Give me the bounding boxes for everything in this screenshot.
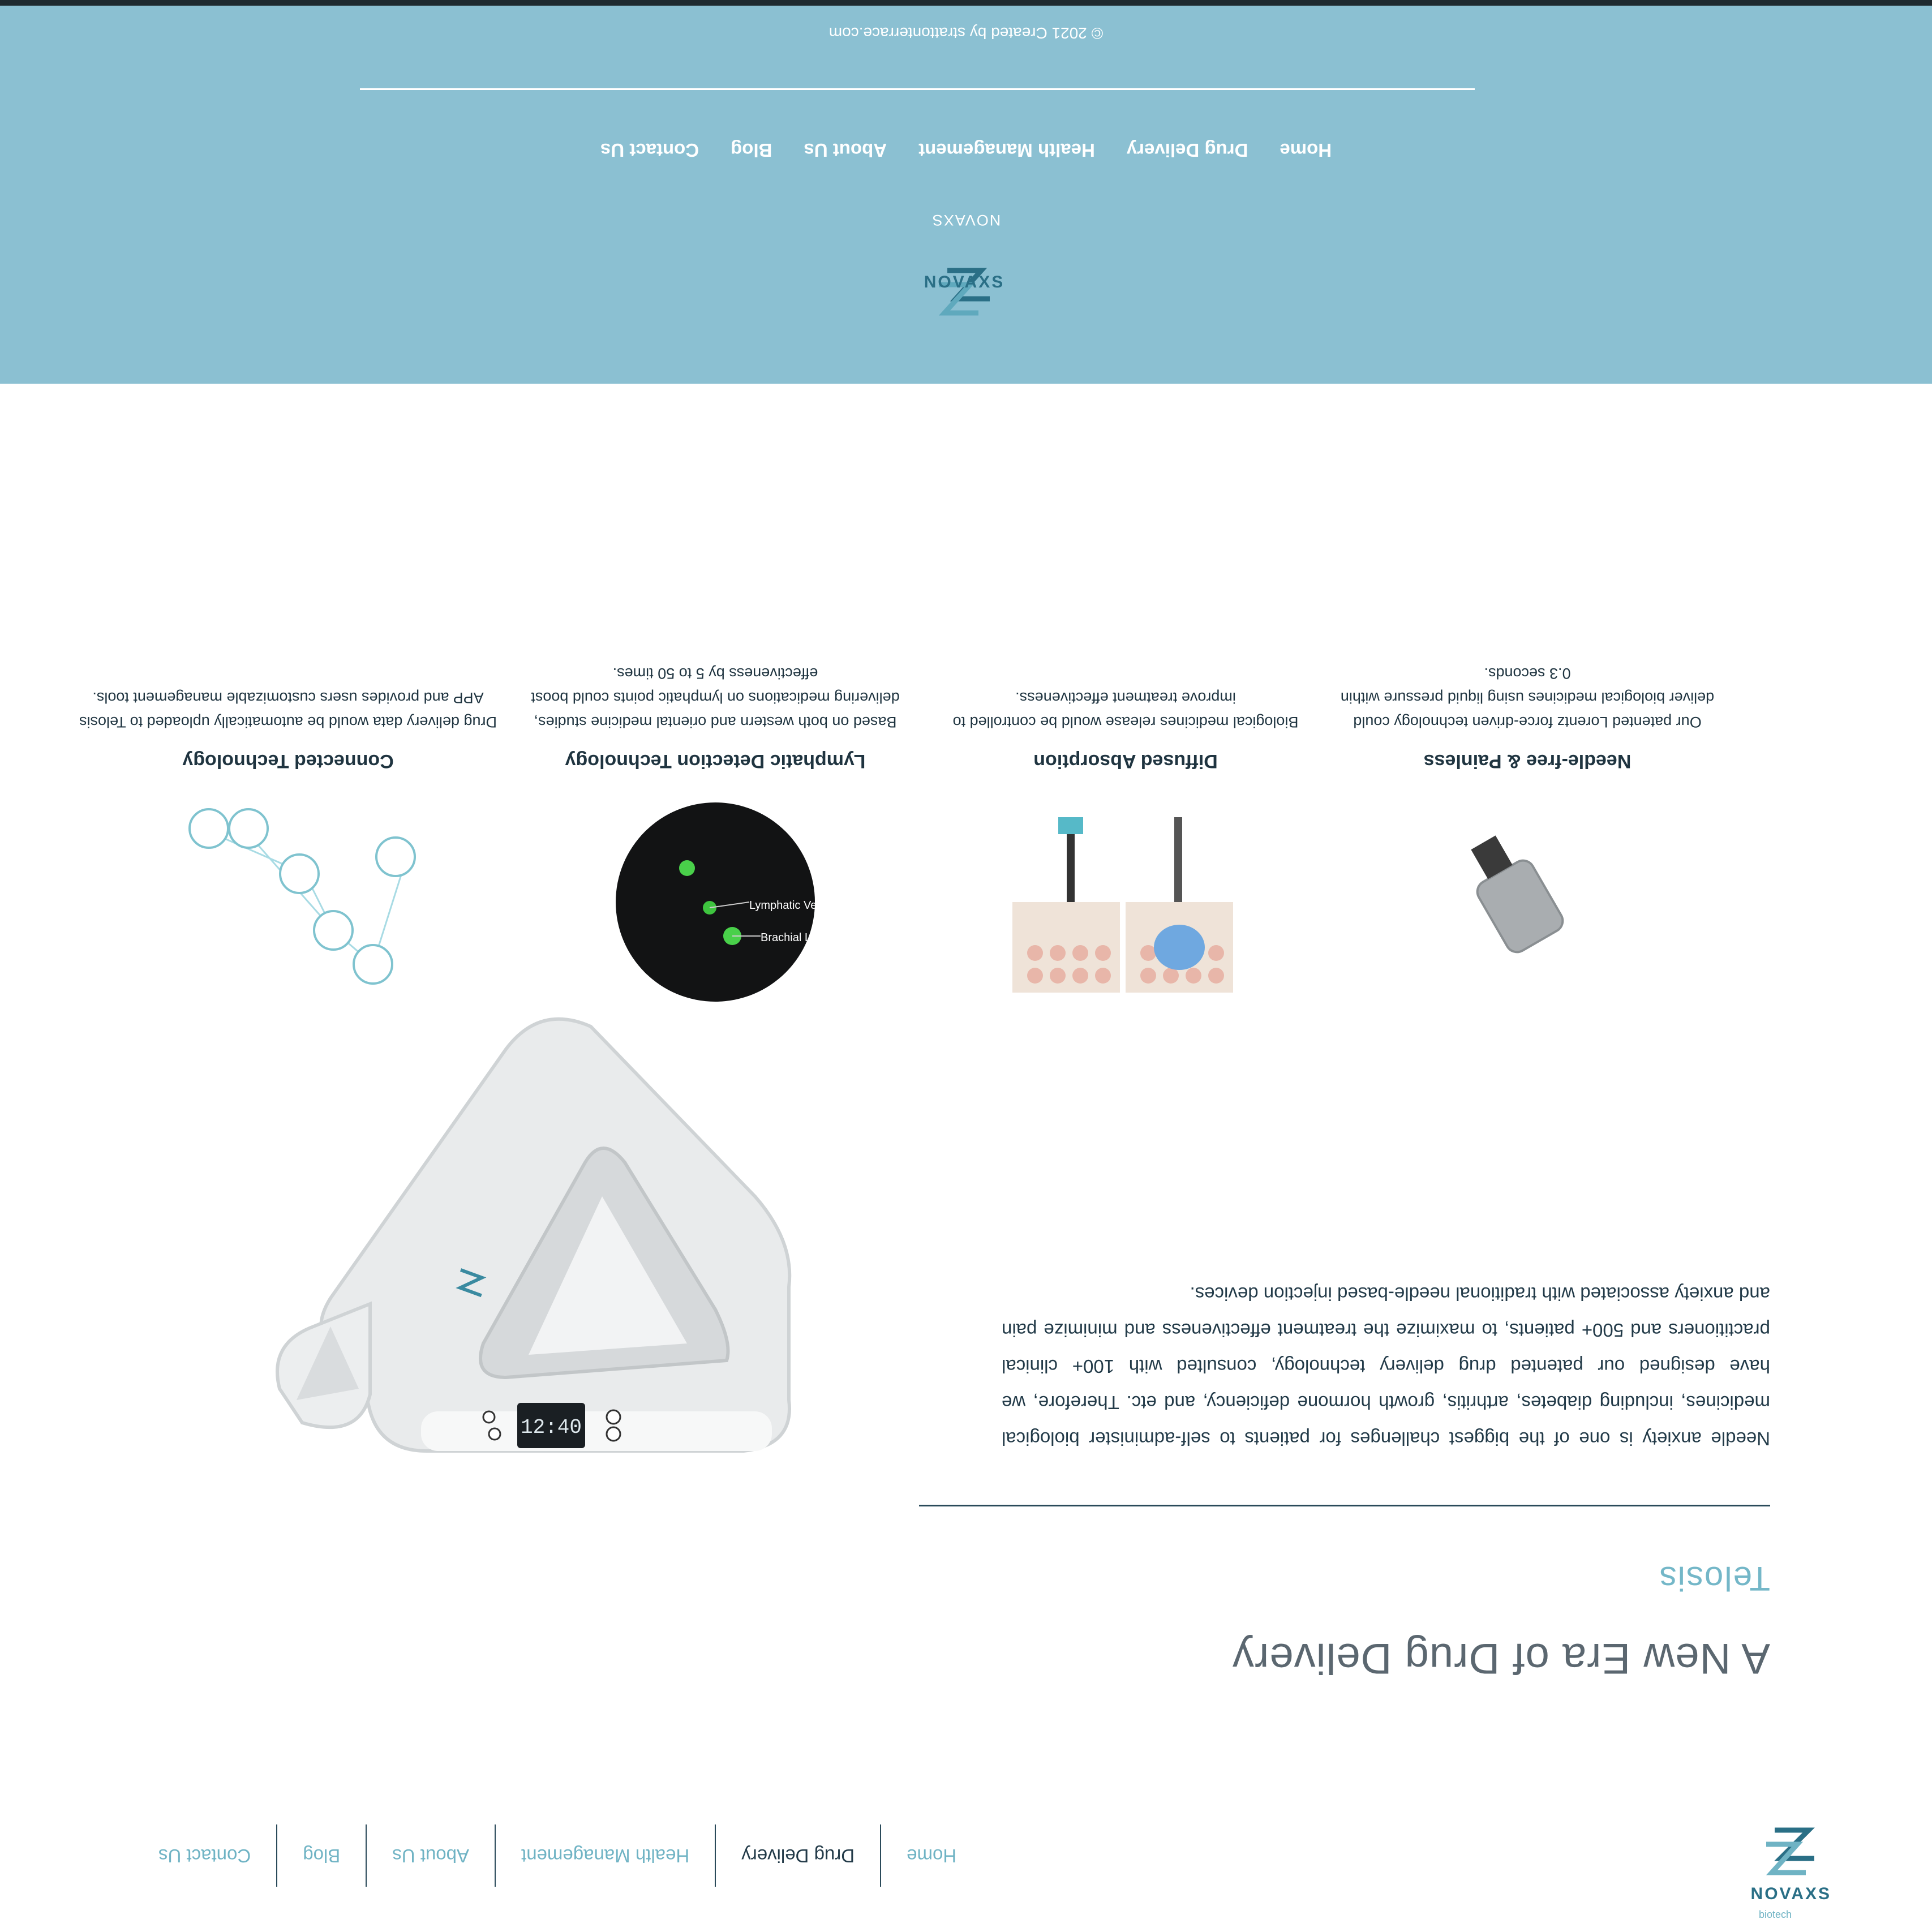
page-title: A New Era of Drug Delivery [1232,1634,1770,1682]
nav-drug-delivery[interactable]: Drug Delivery [715,1824,881,1887]
heartbeat-icon [375,836,416,877]
page-subtitle: Telosis [1658,1560,1770,1598]
nozzle-illustration [1329,800,1725,1004]
device-screen-time: 12:40 [521,1416,582,1439]
feature-title: Needle-free & Painless [1423,750,1632,772]
main-nav: Home Drug Delivery Health Management Abo… [158,1824,982,1887]
medical-record-icon [353,944,393,985]
footer-logo-wordmark: NOVAXS [924,273,1004,291]
nav-about-us[interactable]: About Us [366,1824,495,1887]
window-edge [0,0,1932,6]
footer-brand: NOVAXS [931,212,1001,229]
feature-lymphatic: Brachial LN Lymphatic Vessels Lymphatic … [523,661,908,1004]
feature-diffused: Diffused Absorption Biological medicines… [933,685,1318,1004]
logo-mark-icon: NOVAXS [924,268,1004,316]
telosis-device-image: 12:40 [155,981,857,1513]
page: NOVAXS biotech Home Drug Delivery Health… [0,0,1932,1932]
footer-nav-home[interactable]: Home [1280,139,1332,161]
feature-desc: Our patented Lorentz force-driven techno… [1340,665,1715,731]
novaxs-logo[interactable]: NOVAXS biotech [1741,1819,1837,1920]
nav-health-management[interactable]: Health Management [495,1824,715,1887]
divider [919,1505,1770,1506]
footer-nav-health-management[interactable]: Health Management [918,139,1095,161]
footer-divider [360,88,1475,90]
site-footer: NOVAXS [0,0,1932,384]
pill-icon [313,910,354,951]
footer-nav: Home Drug Delivery Health Management Abo… [0,139,1932,161]
lymphatic-vessels-label: Lymphatic Vessels [749,899,817,912]
brachial-ln-label: Brachial LN [761,931,817,944]
logo-tagline: biotech [1758,1909,1792,1920]
connected-tech-illustration [73,800,503,1004]
feature-title: Connected Technology [182,750,394,772]
site-header: NOVAXS biotech Home Drug Delivery Health… [0,1819,1932,1932]
feature-desc: Drug delivery data would be automaticall… [79,689,497,731]
book-icon [279,853,320,894]
intro-paragraph: Needle anxiety is one of the biggest cha… [1002,1283,1770,1449]
footer-nav-about-us[interactable]: About Us [804,139,887,161]
feature-needle-free: Needle-free & Painless Our patented Lore… [1329,661,1725,1004]
footer-logo[interactable]: NOVAXS [913,254,1015,384]
copyright: © 2021 Created by strattonterrace.com [828,24,1104,42]
nav-blog[interactable]: Blog [276,1824,366,1887]
footer-nav-contact-us[interactable]: Contact Us [600,139,699,161]
footer-nav-drug-delivery[interactable]: Drug Delivery [1127,139,1248,161]
nav-home[interactable]: Home [880,1824,982,1887]
feature-title: Diffused Absorption [1033,750,1218,772]
lymphatic-illustration: Brachial LN Lymphatic Vessels [523,800,908,1004]
footer-nav-blog[interactable]: Blog [731,139,772,161]
nav-contact-us[interactable]: Contact Us [158,1824,276,1887]
feature-title: Lymphatic Detection Technology [565,750,866,772]
logo-wordmark: NOVAXS [1750,1884,1831,1903]
feature-desc: Based on both western and oriental medic… [531,665,900,731]
smartwatch-icon [228,808,269,849]
absorption-illustration [933,800,1318,1004]
logo-mark-icon [1766,1827,1815,1875]
feature-connected: Connected Technology Drug delivery data … [73,685,503,1004]
feature-desc: Biological medicines release would be co… [952,689,1299,731]
doctor-icon [188,808,229,849]
